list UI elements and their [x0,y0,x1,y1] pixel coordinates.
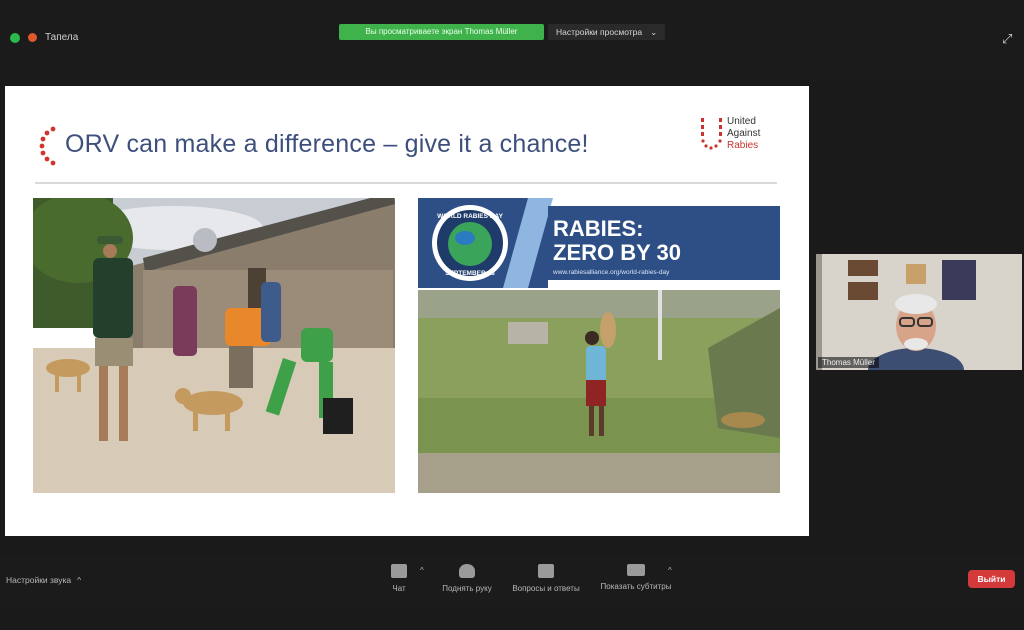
captions-icon [627,564,645,576]
qa-icon [538,564,554,578]
banner-url: www.rabiesalliance.org/world-rabies-day [552,269,670,276]
raise-hand-label: Поднять руку [442,584,492,593]
show-captions-button[interactable]: Показать субтитры [594,564,678,591]
village-dog-vaccination-photo [33,198,395,493]
leave-button[interactable]: Выйти [968,570,1015,588]
chat-icon [391,564,407,578]
meeting-info: Тапела [10,32,78,43]
chevron-up-icon: ^ [77,575,82,585]
badge-bottom-text: SEPTEMBER 28 [445,270,495,277]
chat-button[interactable]: Чат [384,564,414,593]
show-captions-label: Показать субтитры [600,582,672,591]
slide-title: ORV can make a difference – give it a ch… [65,130,589,158]
shield-icon[interactable] [10,32,20,43]
record-dot-icon [28,33,37,42]
shared-slide: ORV can make a difference – give it a ch… [5,86,809,536]
world-rabies-day-image: WORLD RABIES DAY SEPTEMBER 28 RABIES: ZE… [418,198,780,493]
raise-hand-button[interactable]: Поднять руку [436,564,498,593]
audio-settings-label: Настройки звука [6,575,72,585]
chat-options-caret[interactable]: ^ [420,566,424,575]
logo-line-united: United [727,116,756,127]
title-divider [35,182,777,184]
view-options-button[interactable]: Настройки просмотра ⌄ [548,24,666,40]
participant-video-tile[interactable]: Thomas Müller [816,254,1022,370]
logo-text: United Against Rabies [727,116,760,152]
meeting-controls-bar: Настройки звука ^ Чат ^ Поднять руку Воп… [0,556,1024,602]
united-against-rabies-logo: United Against Rabies [697,114,787,158]
badge-top-text: WORLD RABIES DAY [437,213,504,220]
banner-headline-1: RABIES: [553,216,643,241]
chevron-down-icon: ⌄ [650,27,658,37]
expand-icon[interactable]: ⤢ [1002,32,1016,46]
dotted-arc-icon [39,126,56,166]
user-label: Тапела [45,32,79,43]
qa-button[interactable]: Вопросы и ответы [506,564,586,593]
view-options-label: Настройки просмотра [556,27,643,37]
audio-settings-button[interactable]: Настройки звука ^ [6,575,81,585]
chat-label: Чат [392,584,406,593]
raise-hand-icon [459,564,475,578]
logo-line-rabies: Rabies [727,140,759,151]
logo-line-against: Against [727,128,761,139]
screen-share-banner: Вы просматриваете экран Thomas Müller [339,24,544,40]
qa-label: Вопросы и ответы [512,584,580,593]
meeting-top-bar: Тапела Вы просматриваете экран Thomas Mü… [0,0,1024,78]
participant-name: Thomas Müller [818,357,879,368]
logo-mark-icon [701,118,722,150]
participant-video-frame [816,254,1022,370]
captions-options-caret[interactable]: ^ [668,566,672,575]
banner-headline-2: ZERO BY 30 [553,240,681,265]
